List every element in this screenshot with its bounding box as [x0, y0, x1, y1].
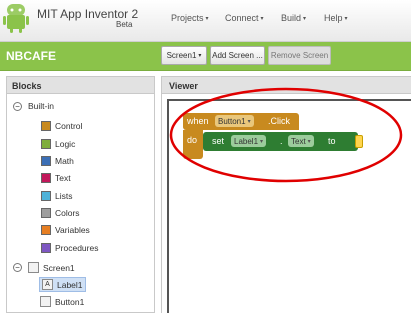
android-robot-icon — [3, 4, 29, 33]
builtin-item-math[interactable]: Math — [41, 156, 74, 166]
builtin-item-label: Logic — [55, 139, 76, 149]
screen-selector-button[interactable]: Screen1 ▾ — [161, 46, 207, 65]
builtin-item-variables[interactable]: Variables — [41, 225, 90, 235]
collapse-icon[interactable]: − — [13, 263, 22, 272]
color-swatch-icon — [41, 156, 51, 166]
color-swatch-icon — [41, 243, 51, 253]
tree-component-label1[interactable]: A Label1 — [39, 277, 86, 292]
color-swatch-icon — [41, 173, 51, 183]
menu-connect[interactable]: Connect ▾ — [225, 13, 264, 23]
blocks-panel: Blocks − Built-in Control Logic Math Text Li… — [6, 76, 155, 313]
label-component-icon: A — [42, 279, 53, 290]
builtin-item-label: Colors — [55, 208, 80, 218]
caret-down-icon: ▾ — [198, 53, 202, 59]
menu-help[interactable]: Help ▾ — [324, 13, 348, 23]
project-name: NBCAFE — [6, 49, 56, 63]
builtin-item-label: Procedures — [55, 243, 99, 253]
screen-selector-label: Screen1 — [166, 51, 197, 60]
highlight-ellipse — [169, 87, 403, 183]
top-bar: MIT App Inventor 2 Beta Projects ▾ Connec… — [0, 0, 411, 42]
menu-label: Projects — [171, 13, 204, 23]
tree-component-button1[interactable]: Button1 — [40, 296, 84, 307]
menu-projects[interactable]: Projects ▾ — [171, 13, 209, 23]
builtin-item-label: Control — [55, 121, 83, 131]
color-swatch-icon — [41, 139, 51, 149]
caret-down-icon: ▾ — [303, 16, 307, 23]
tree-builtin[interactable]: − Built-in — [13, 101, 54, 111]
app-subtitle: Beta — [116, 20, 133, 29]
builtin-item-label: Text — [55, 173, 71, 183]
builtin-item-lists[interactable]: Lists — [41, 191, 72, 201]
menu-label: Build — [281, 13, 302, 23]
builtin-item-text[interactable]: Text — [41, 173, 71, 183]
color-swatch-icon — [41, 208, 51, 218]
screen-label: Screen1 — [43, 262, 75, 273]
caret-down-icon: ▾ — [344, 16, 348, 23]
menu-build[interactable]: Build ▾ — [281, 13, 306, 23]
builtin-item-logic[interactable]: Logic — [41, 139, 75, 149]
tree-screen1[interactable]: − Screen1 — [13, 262, 75, 273]
collapse-icon[interactable]: − — [13, 101, 22, 111]
component-label: Label1 — [57, 279, 83, 290]
screen-icon — [28, 262, 39, 273]
builtin-label: Built-in — [28, 101, 54, 111]
component-label: Button1 — [55, 296, 85, 307]
builtin-item-label: Lists — [55, 191, 73, 201]
button-component-icon — [40, 296, 51, 307]
blocks-panel-title: Blocks — [7, 77, 154, 94]
add-screen-button[interactable]: Add Screen ... — [210, 46, 265, 65]
builtin-item-colors[interactable]: Colors — [41, 208, 80, 218]
builtin-item-procedures[interactable]: Procedures — [41, 243, 98, 253]
color-swatch-icon — [41, 191, 51, 201]
builtin-item-label: Math — [55, 156, 74, 166]
menu-label: Connect — [225, 13, 259, 23]
app-title: MIT App Inventor 2 — [37, 7, 139, 21]
menu-label: Help — [324, 13, 343, 23]
remove-screen-button[interactable]: Remove Screen — [268, 46, 331, 65]
project-bar: NBCAFE Screen1 ▾ Add Screen ... Remove Sc… — [0, 42, 411, 71]
caret-down-icon: ▾ — [205, 16, 209, 23]
builtin-item-label: Variables — [55, 225, 90, 235]
color-swatch-icon — [41, 225, 51, 235]
builtin-item-control[interactable]: Control — [41, 121, 82, 131]
color-swatch-icon — [41, 121, 51, 131]
caret-down-icon: ▾ — [260, 16, 264, 23]
